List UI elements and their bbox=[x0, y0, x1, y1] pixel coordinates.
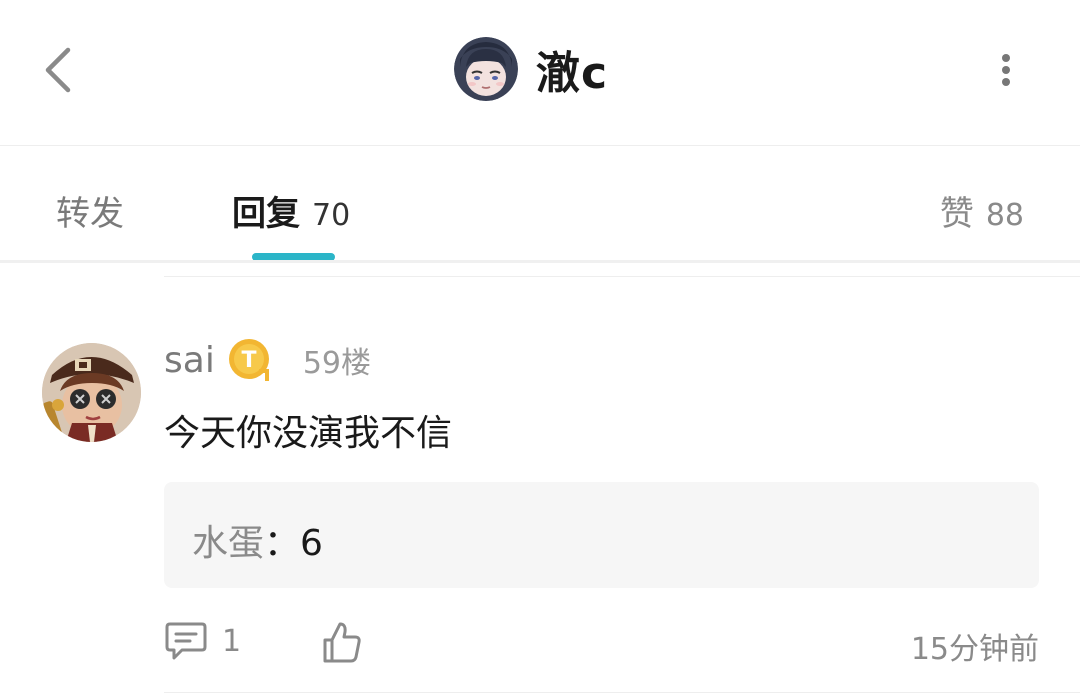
sub-reply-text: 6 bbox=[300, 523, 323, 564]
tab-like-count: 88 bbox=[985, 198, 1024, 233]
tab-reply-count: 70 bbox=[312, 198, 351, 233]
tab-repost-label: 转发 bbox=[56, 194, 124, 234]
floor-number: 59楼 bbox=[302, 346, 372, 381]
title-area[interactable]: 澈c bbox=[454, 36, 608, 102]
user-avatar[interactable] bbox=[42, 343, 141, 442]
like-button[interactable] bbox=[322, 620, 362, 668]
tab-like[interactable]: 赞 88 bbox=[940, 186, 1024, 235]
svg-text:T: T bbox=[241, 348, 256, 373]
post-actions: 1 15分钟前 bbox=[164, 612, 1039, 672]
sub-reply-box[interactable]: 水蛋：6 bbox=[164, 482, 1039, 588]
chevron-left-icon bbox=[45, 47, 71, 93]
back-button[interactable] bbox=[40, 42, 84, 98]
bottom-divider bbox=[164, 692, 1080, 693]
title-avatar[interactable] bbox=[454, 37, 518, 101]
sub-reply-separator: ： bbox=[264, 523, 301, 564]
more-button[interactable] bbox=[990, 48, 1022, 92]
user-avatar-image bbox=[42, 343, 141, 442]
tab-like-label: 赞 bbox=[939, 194, 974, 234]
post-time: 15分钟前 bbox=[910, 632, 1039, 667]
username[interactable]: sai bbox=[164, 340, 215, 381]
tab-reply[interactable]: 回复 70 bbox=[232, 186, 350, 235]
tab-repost[interactable]: 转发 bbox=[56, 186, 124, 235]
sub-reply: 水蛋：6 bbox=[192, 514, 323, 566]
comment-icon bbox=[165, 622, 207, 660]
user-info-row: sai T 59楼 bbox=[164, 334, 371, 386]
thumbs-up-icon bbox=[323, 622, 361, 663]
list-divider bbox=[164, 276, 1080, 277]
sub-reply-author[interactable]: 水蛋 bbox=[192, 523, 264, 564]
more-vertical-icon bbox=[1002, 54, 1010, 86]
comment-button[interactable]: 1 bbox=[164, 620, 241, 662]
post-content: 今天你没演我不信 bbox=[164, 413, 453, 454]
member-badge-icon: T bbox=[228, 339, 269, 381]
tab-bar: 转发 回复 70 赞 88 bbox=[0, 146, 1080, 261]
page-title: 澈c bbox=[536, 48, 609, 99]
tab-reply-label: 回复 bbox=[232, 194, 300, 234]
top-bar: 澈c bbox=[0, 0, 1080, 146]
tabs-divider bbox=[0, 260, 1080, 263]
comment-count: 1 bbox=[222, 623, 242, 659]
